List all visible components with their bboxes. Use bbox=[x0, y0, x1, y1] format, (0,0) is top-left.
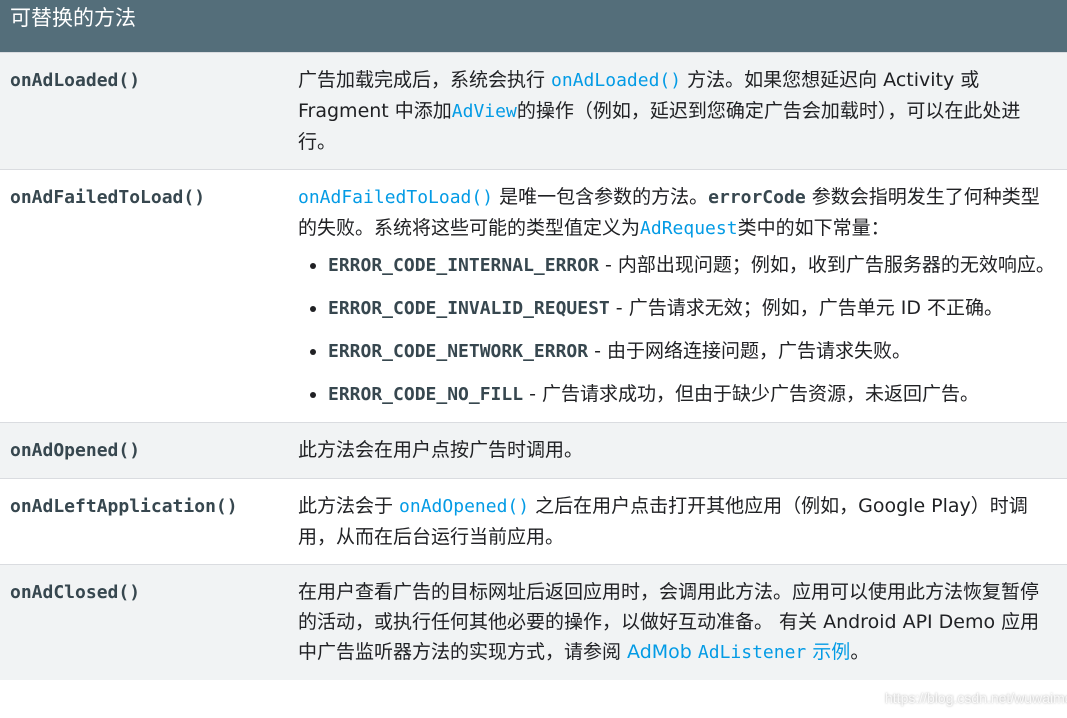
method-cell: onAdOpened() bbox=[0, 422, 288, 479]
class-link[interactable]: AdRequest bbox=[640, 218, 738, 239]
list-item: ERROR_CODE_INTERNAL_ERROR - 内部出现问题；例如，收到… bbox=[328, 250, 1057, 281]
list-item: ERROR_CODE_INVALID_REQUEST - 广告请求无效；例如，广… bbox=[328, 293, 1057, 324]
watermark: https://blog.csdn.net/wuwaimei bbox=[885, 690, 1067, 706]
method-name: onAdFailedToLoad() bbox=[10, 187, 206, 208]
description-text: 类中的如下常量： bbox=[737, 217, 890, 239]
method-cell: onAdLoaded() bbox=[0, 52, 288, 170]
error-code: ERROR_CODE_NO_FILL bbox=[328, 384, 524, 405]
description-text: 是唯一包含参数的方法。 bbox=[493, 186, 709, 208]
method-link[interactable]: onAdLoaded() bbox=[551, 70, 681, 91]
description-cell: onAdFailedToLoad() 是唯一包含参数的方法。errorCode … bbox=[288, 169, 1067, 423]
description-cell: 此方法会在用户点按广告时调用。 bbox=[288, 422, 1067, 479]
method-cell: onAdLeftApplication() bbox=[0, 478, 288, 565]
table-row: onAdLeftApplication() 此方法会于 onAdOpened()… bbox=[0, 478, 1067, 565]
error-description: - 广告请求成功，但由于缺少广告资源，未返回广告。 bbox=[523, 383, 980, 405]
method-name: onAdLoaded() bbox=[10, 70, 141, 91]
error-description: - 由于网络连接问题，广告请求失败。 bbox=[588, 340, 912, 362]
error-code: ERROR_CODE_INTERNAL_ERROR bbox=[328, 255, 599, 276]
description-cell: 广告加载完成后，系统会执行 onAdLoaded() 方法。如果您想延迟向 Ac… bbox=[288, 52, 1067, 170]
table-row: onAdOpened() 此方法会在用户点按广告时调用。 bbox=[0, 422, 1067, 479]
table-header-row: 可替换的方法 bbox=[0, 0, 1067, 53]
methods-table: 可替换的方法 onAdLoaded() 广告加载完成后，系统会执行 onAdLo… bbox=[0, 0, 1067, 680]
table-row: onAdFailedToLoad() onAdFailedToLoad() 是唯… bbox=[0, 169, 1067, 423]
class-link[interactable]: AdView bbox=[452, 101, 517, 122]
error-description: - 内部出现问题；例如，收到广告服务器的无效响应。 bbox=[598, 254, 1055, 276]
method-name: onAdLeftApplication() bbox=[10, 496, 238, 517]
table-header-title: 可替换的方法 bbox=[0, 0, 1067, 53]
list-item: ERROR_CODE_NETWORK_ERROR - 由于网络连接问题，广告请求… bbox=[328, 336, 1057, 367]
description-text: 此方法会于 bbox=[298, 495, 400, 517]
table-row: onAdClosed() 在用户查看广告的目标网址后返回应用时，会调用此方法。应… bbox=[0, 564, 1067, 680]
description-text: 广告加载完成后，系统会执行 bbox=[298, 69, 552, 91]
description-text: 此方法会在用户点按广告时调用。 bbox=[298, 439, 584, 461]
error-code: ERROR_CODE_NETWORK_ERROR bbox=[328, 341, 589, 362]
error-code-list: ERROR_CODE_INTERNAL_ERROR - 内部出现问题；例如，收到… bbox=[298, 250, 1057, 410]
admob-example-link[interactable]: AdMob AdListener 示例 bbox=[627, 641, 850, 663]
description-cell: 此方法会于 onAdOpened() 之后在用户点击打开其他应用（例如，Goog… bbox=[288, 478, 1067, 565]
description-cell: 在用户查看广告的目标网址后返回应用时，会调用此方法。应用可以使用此方法恢复暂停的… bbox=[288, 564, 1067, 680]
method-name: onAdOpened() bbox=[10, 440, 141, 461]
list-item: ERROR_CODE_NO_FILL - 广告请求成功，但由于缺少广告资源，未返… bbox=[328, 379, 1057, 410]
link-text: 示例 bbox=[806, 641, 851, 663]
method-name: onAdClosed() bbox=[10, 582, 141, 603]
error-code: ERROR_CODE_INVALID_REQUEST bbox=[328, 298, 610, 319]
method-link[interactable]: onAdFailedToLoad() bbox=[298, 187, 493, 208]
method-cell: onAdClosed() bbox=[0, 564, 288, 680]
link-text: AdMob bbox=[627, 641, 698, 663]
table-row: onAdLoaded() 广告加载完成后，系统会执行 onAdLoaded() … bbox=[0, 52, 1067, 170]
method-link[interactable]: onAdOpened() bbox=[399, 496, 529, 517]
error-description: - 广告请求无效；例如，广告单元 ID 不正确。 bbox=[609, 297, 1004, 319]
parameter-name: errorCode bbox=[708, 187, 806, 208]
description-text: 。 bbox=[850, 641, 870, 663]
class-link: AdListener bbox=[697, 642, 807, 663]
method-cell: onAdFailedToLoad() bbox=[0, 169, 288, 423]
